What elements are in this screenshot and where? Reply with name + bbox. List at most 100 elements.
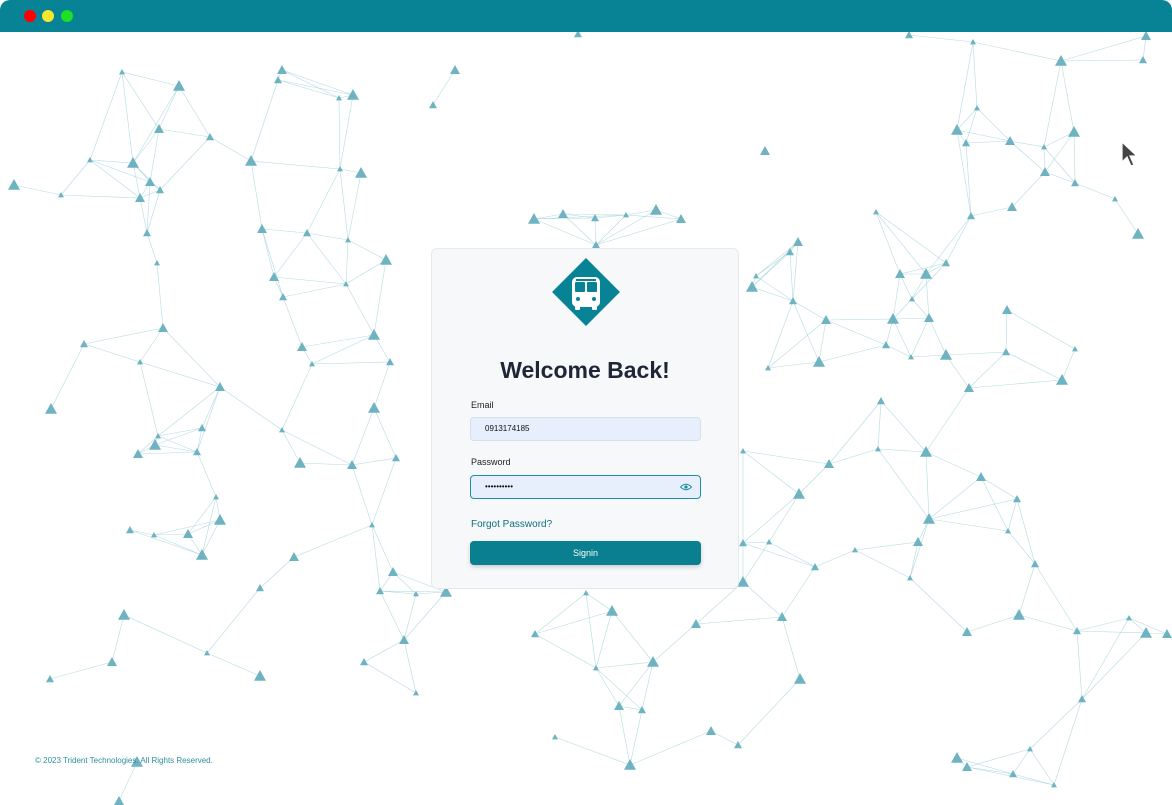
- network-edge: [945, 215, 972, 264]
- network-edge: [976, 107, 1011, 142]
- network-node: [558, 209, 568, 218]
- network-edge: [347, 239, 387, 261]
- network-node: [624, 759, 636, 770]
- network-edge: [625, 214, 682, 220]
- network-edge: [1081, 632, 1147, 700]
- password-label: Password: [471, 457, 511, 467]
- network-edge: [1076, 630, 1147, 634]
- network-node: [650, 204, 662, 215]
- network-node: [940, 349, 952, 360]
- password-field[interactable]: ••••••••••: [470, 475, 701, 499]
- network-edge: [196, 386, 221, 453]
- network-node: [126, 526, 134, 534]
- network-node: [873, 209, 879, 215]
- network-edge: [910, 354, 947, 358]
- network-edge: [132, 162, 141, 199]
- network-edge: [928, 498, 1018, 520]
- network-edge: [363, 639, 405, 663]
- network-edge: [781, 566, 816, 618]
- network-edge: [755, 275, 794, 302]
- network-edge: [1076, 617, 1130, 632]
- network-node: [614, 701, 624, 710]
- network-node: [279, 427, 285, 433]
- network-edge: [158, 85, 180, 130]
- network-edge: [299, 462, 353, 466]
- network-node: [388, 567, 398, 576]
- network-edge: [742, 450, 830, 465]
- signin-button[interactable]: Signin: [470, 541, 701, 565]
- network-edge: [965, 140, 1011, 144]
- eye-icon[interactable]: [680, 482, 692, 492]
- network-edge: [281, 69, 354, 96]
- network-edge: [885, 344, 912, 358]
- network-node: [46, 675, 54, 683]
- network-node: [974, 105, 980, 111]
- network-edge: [121, 71, 160, 130]
- network-edge: [123, 614, 208, 654]
- network-edge: [710, 730, 739, 746]
- network-edge: [201, 496, 217, 556]
- network-edge: [282, 296, 303, 348]
- network-edge: [154, 444, 198, 453]
- network-node: [380, 254, 392, 265]
- network-edge: [338, 97, 341, 170]
- network-node: [289, 552, 299, 561]
- network-edge: [178, 85, 211, 138]
- network-node: [135, 193, 145, 202]
- network-edge: [611, 610, 654, 663]
- network-edge: [1006, 309, 1076, 350]
- network-edge: [345, 259, 387, 285]
- network-edge: [910, 317, 930, 358]
- network-edge: [854, 549, 911, 579]
- email-field[interactable]: 0913174185: [470, 417, 701, 441]
- network-node: [920, 268, 932, 279]
- password-value: ••••••••••: [485, 482, 514, 491]
- network-edge: [899, 262, 947, 275]
- network-edge: [259, 556, 295, 589]
- network-node: [87, 157, 93, 163]
- network-edge: [83, 327, 164, 345]
- maximize-window-button[interactable]: [61, 10, 73, 22]
- network-edge: [877, 400, 882, 450]
- network-edge: [818, 344, 887, 363]
- network-edge: [118, 761, 138, 802]
- network-node: [376, 587, 384, 595]
- network-node: [143, 229, 151, 237]
- network-node: [158, 323, 168, 332]
- network-edge: [281, 363, 313, 431]
- network-edge: [798, 463, 830, 495]
- network-edge: [911, 298, 930, 319]
- network-edge: [1043, 60, 1062, 148]
- minimize-window-button[interactable]: [42, 10, 54, 22]
- network-node: [294, 457, 306, 468]
- network-node: [137, 359, 143, 365]
- network-edge: [892, 317, 930, 320]
- network-edge: [966, 748, 1031, 768]
- network-edge: [1005, 351, 1063, 381]
- network-node: [1031, 560, 1039, 568]
- network-edge: [1114, 198, 1139, 235]
- network-edge: [925, 451, 982, 478]
- network-node: [368, 329, 380, 340]
- network-node: [386, 358, 394, 366]
- network-edge: [751, 286, 794, 302]
- network-edge: [972, 41, 978, 109]
- network-edge: [373, 361, 391, 409]
- network-edge: [1060, 59, 1144, 62]
- network-node: [786, 248, 794, 256]
- network-edge: [157, 435, 198, 453]
- network-edge: [1044, 131, 1075, 173]
- network-edge: [363, 661, 417, 694]
- network-edge: [132, 128, 160, 164]
- network-edge: [1076, 630, 1083, 700]
- forgot-password-link[interactable]: Forgot Password?: [471, 519, 552, 530]
- network-edge: [345, 239, 349, 285]
- network-edge: [201, 386, 221, 429]
- network-edge: [814, 549, 856, 568]
- network-edge: [972, 41, 1062, 62]
- network-node: [1068, 126, 1080, 137]
- network-edge: [968, 379, 1063, 389]
- network-edge: [742, 541, 770, 583]
- close-window-button[interactable]: [24, 10, 36, 22]
- network-edge: [281, 429, 353, 466]
